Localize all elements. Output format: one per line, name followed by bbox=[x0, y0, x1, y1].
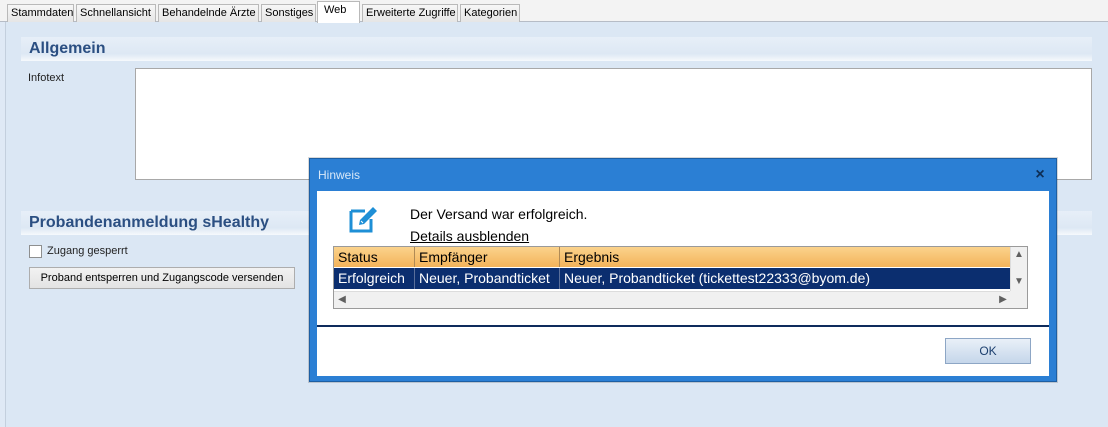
result-table: Status Empfänger Ergebnis Erfolgreich Ne… bbox=[333, 246, 1028, 309]
edit-note-icon bbox=[349, 207, 377, 233]
dialog-body: Der Versand war erfolgreich. Details aus… bbox=[317, 191, 1049, 376]
tab-web[interactable]: Web bbox=[317, 1, 360, 23]
table-row[interactable]: Erfolgreich Neuer, Probandticket Neuer, … bbox=[334, 268, 1011, 289]
scroll-up-icon[interactable]: ▲ bbox=[1011, 247, 1027, 263]
ok-button[interactable]: OK bbox=[945, 338, 1031, 364]
tab-behandelnde-aerzte[interactable]: Behandelnde Ärzte bbox=[158, 4, 259, 22]
cell-ergebnis: Neuer, Probandticket (tickettest22333@by… bbox=[564, 270, 871, 286]
cell-status: Erfolgreich bbox=[334, 268, 415, 289]
column-header-status[interactable]: Status bbox=[334, 247, 415, 267]
tab-strip: Stammdaten Schnellansicht Behandelnde Är… bbox=[0, 0, 1108, 23]
tab-schnellansicht[interactable]: Schnellansicht bbox=[76, 4, 156, 22]
proband-entsperren-button[interactable]: Proband entsperren und Zugangscode verse… bbox=[29, 267, 295, 289]
dialog-message: Der Versand war erfolgreich. bbox=[410, 206, 588, 222]
section-header-allgemein: Allgemein bbox=[21, 37, 1092, 61]
scroll-right-icon[interactable]: ▶ bbox=[995, 292, 1011, 308]
horizontal-scrollbar[interactable]: ◀ ▶ bbox=[334, 291, 1011, 308]
dialog-separator bbox=[317, 325, 1049, 327]
scroll-left-icon[interactable]: ◀ bbox=[334, 292, 350, 308]
tab-sonstiges[interactable]: Sonstiges bbox=[261, 4, 316, 22]
table-header: Status Empfänger Ergebnis bbox=[334, 247, 1011, 267]
infotext-label: Infotext bbox=[28, 72, 65, 84]
scroll-corner bbox=[1010, 291, 1027, 308]
tab-stammdaten[interactable]: Stammdaten bbox=[7, 4, 74, 22]
hinweis-dialog: Hinweis × Der Versand war erfolgreich. D… bbox=[309, 158, 1057, 382]
dialog-title: Hinweis bbox=[318, 168, 361, 182]
tab-erweiterte-zugriffe[interactable]: Erweiterte Zugriffe bbox=[362, 4, 458, 22]
zugang-gesperrt-checkbox[interactable] bbox=[29, 245, 42, 258]
tab-kategorien[interactable]: Kategorien bbox=[460, 4, 520, 22]
zugang-gesperrt-label: Zugang gesperrt bbox=[47, 245, 128, 257]
vertical-scrollbar[interactable]: ▲ ▼ bbox=[1010, 247, 1027, 291]
close-icon[interactable]: × bbox=[1024, 159, 1056, 191]
column-header-ergebnis[interactable]: Ergebnis bbox=[560, 247, 1011, 267]
cell-empfaenger: Neuer, Probandticket bbox=[415, 268, 560, 289]
details-ausblenden-link[interactable]: Details ausblenden bbox=[410, 228, 529, 244]
scroll-down-icon[interactable]: ▼ bbox=[1011, 274, 1027, 290]
column-header-empfaenger[interactable]: Empfänger bbox=[415, 247, 560, 267]
